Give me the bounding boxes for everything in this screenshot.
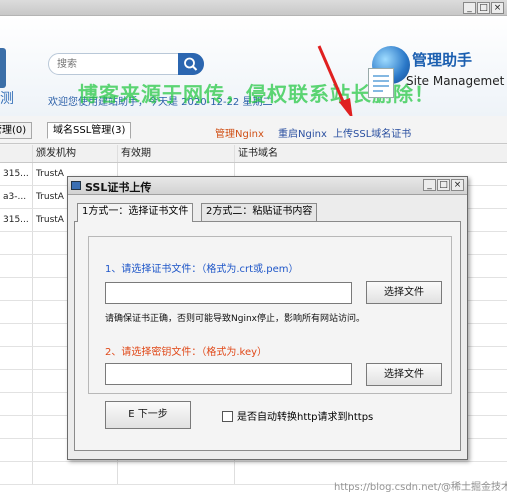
column-header[interactable] <box>0 145 33 162</box>
search-input[interactable] <box>57 57 175 72</box>
tab-ssl-management[interactable]: 域名SSL管理(3) <box>47 122 132 139</box>
auto-https-label: 是否自动转换http请求到https <box>237 412 374 423</box>
close-button[interactable]: × <box>491 2 504 14</box>
dialog-tab-panel: 1、请选择证书文件：（格式为.crt或.pem） 选择文件 请确保证书正确，否则… <box>74 221 461 451</box>
dialog-titlebar[interactable]: SSL证书上传 _ □ × <box>68 177 467 195</box>
dialog-window-controls: _ □ × <box>422 179 464 191</box>
ssl-upload-dialog: SSL证书上传 _ □ × 1方式一：选择证书文件 2方式二：粘贴证书内容 1、… <box>67 176 468 460</box>
minimize-button[interactable]: _ <box>463 2 476 14</box>
table-cell: 315... <box>0 209 33 231</box>
app-header: 测 欢迎您使用建站助手，今天是 2020-12-22 星期二 博客来源于网传，侵… <box>0 16 507 116</box>
tab-choose-cert-file[interactable]: 1方式一：选择证书文件 <box>77 203 194 222</box>
app-logo-icon <box>0 48 6 88</box>
app-window-controls: _ □ × <box>462 2 504 14</box>
search-button[interactable] <box>178 53 204 75</box>
browse-key-button[interactable]: 选择文件 <box>366 363 442 386</box>
table-cell: 315... <box>0 163 33 185</box>
site-manager-window: _ □ × 测 欢迎您使用建站助手，今天是 2020-12-22 星期二 博客来… <box>0 0 507 500</box>
brand-title: 管理助手 <box>412 51 473 69</box>
maximize-button[interactable]: □ <box>477 2 490 14</box>
column-header[interactable]: 颁发机构 <box>33 145 118 162</box>
footer-watermark: https://blog.csdn.net/@稀土掘金技术社区 <box>334 482 507 493</box>
brand-logo: 管理助手 Site Managemet <box>368 46 504 116</box>
document-icon <box>368 68 394 98</box>
brand-subtitle: Site Managemet <box>406 74 505 88</box>
dialog-app-icon <box>71 181 81 190</box>
dialog-maximize-button[interactable]: □ <box>437 179 450 191</box>
column-header[interactable]: 证书域名 <box>235 145 507 162</box>
restart-nginx-link[interactable]: 重启Nginx <box>278 125 327 140</box>
file-select-group: 1、请选择证书文件：（格式为.crt或.pem） 选择文件 请确保证书正确，否则… <box>88 236 452 394</box>
auto-https-checkbox[interactable]: 是否自动转换http请求到https <box>222 408 373 423</box>
table-header: 颁发机构 有效期 证书域名 <box>0 145 507 163</box>
search-box <box>48 53 204 75</box>
checkbox-icon[interactable] <box>222 411 233 422</box>
cert-warning-note: 请确保证书正确，否则可能导致Nginx停止，影响所有网站访问。 <box>105 314 365 324</box>
dialog-title: SSL证书上传 <box>85 181 152 194</box>
red-arrow-annotation <box>317 45 353 120</box>
main-tabs-toolbar: 管理(0) 域名SSL管理(3) 管理Nginx 重启Nginx 上传SSL域名… <box>0 116 507 144</box>
cert-file-label: 1、请选择证书文件：（格式为.crt或.pem） <box>105 264 299 275</box>
dialog-close-button[interactable]: × <box>451 179 464 191</box>
tab-site-management[interactable]: 管理(0) <box>0 122 33 139</box>
manage-nginx-link[interactable]: 管理Nginx <box>215 125 264 140</box>
left-nav-partial-label[interactable]: 测 <box>0 88 14 108</box>
key-file-label: 2、请选择密钥文件：（格式为.key） <box>105 347 268 358</box>
upload-ssl-link[interactable]: 上传SSL域名证书 <box>333 125 411 140</box>
column-header[interactable]: 有效期 <box>118 145 235 162</box>
app-titlebar: _ □ × <box>0 0 507 16</box>
cert-file-input[interactable] <box>105 282 352 304</box>
browse-cert-button[interactable]: 选择文件 <box>366 281 442 304</box>
dialog-minimize-button[interactable]: _ <box>423 179 436 191</box>
key-file-input[interactable] <box>105 363 352 385</box>
next-step-button[interactable]: E 下一步 <box>105 401 191 429</box>
table-cell: a3-... <box>0 186 33 208</box>
search-icon <box>184 57 198 71</box>
tab-paste-cert-content[interactable]: 2方式二：粘贴证书内容 <box>201 203 318 221</box>
